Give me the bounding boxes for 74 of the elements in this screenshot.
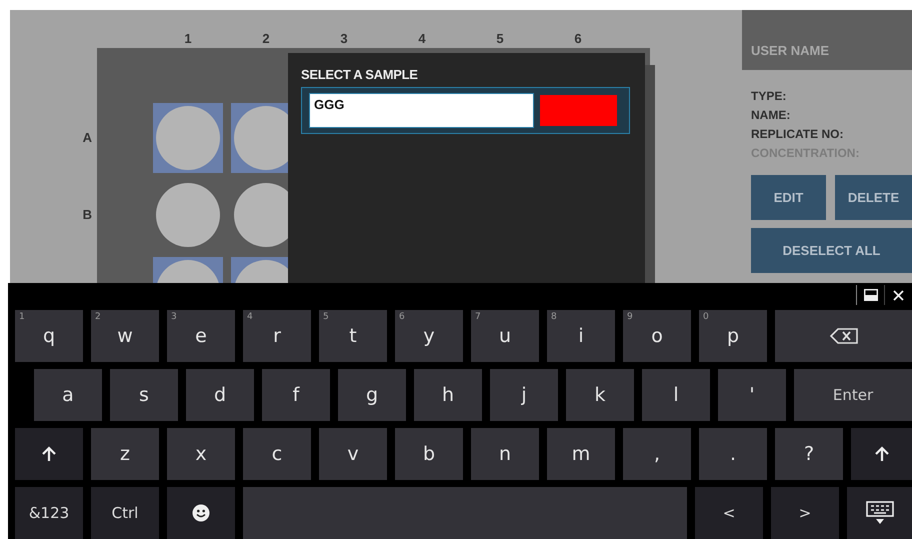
keyboard-icon bbox=[866, 501, 894, 525]
key[interactable]: 9 o bbox=[623, 310, 691, 362]
key-hint: 1 bbox=[19, 312, 25, 322]
user-name-header: USER NAME bbox=[742, 10, 912, 70]
key-hint: 8 bbox=[551, 312, 557, 322]
key[interactable]: 3 e bbox=[167, 310, 235, 362]
color-swatch[interactable] bbox=[540, 95, 617, 126]
key[interactable]: . bbox=[699, 428, 767, 480]
emoji-key[interactable] bbox=[167, 487, 235, 539]
enter-key[interactable]: Enter bbox=[794, 369, 912, 421]
key[interactable]: < bbox=[695, 487, 763, 539]
key[interactable]: > bbox=[771, 487, 839, 539]
key[interactable]: x bbox=[167, 428, 235, 480]
key-hint: 3 bbox=[171, 312, 177, 322]
column-label: 1 bbox=[183, 30, 193, 46]
key[interactable]: c bbox=[243, 428, 311, 480]
column-label: 3 bbox=[339, 30, 349, 46]
key-hint: 6 bbox=[399, 312, 405, 322]
key-hint: 9 bbox=[627, 312, 633, 322]
key-hint: 7 bbox=[475, 312, 481, 322]
key[interactable]: g bbox=[338, 369, 406, 421]
dialog-title: SELECT A SAMPLE bbox=[301, 67, 419, 82]
key[interactable]: l bbox=[642, 369, 710, 421]
info-label: NAME: bbox=[751, 107, 792, 124]
backspace-icon bbox=[828, 328, 858, 344]
up-arrow-icon bbox=[874, 446, 888, 462]
key[interactable]: s bbox=[110, 369, 178, 421]
key[interactable]: j bbox=[490, 369, 558, 421]
backspace-key[interactable] bbox=[775, 310, 912, 362]
close-icon bbox=[893, 290, 904, 300]
key[interactable]: 8 i bbox=[547, 310, 615, 362]
hide-keyboard-key[interactable] bbox=[847, 487, 912, 539]
key[interactable]: 1 q bbox=[15, 310, 83, 362]
deselect-all-button[interactable]: DESELECT ALL bbox=[751, 228, 912, 273]
column-label: 4 bbox=[417, 30, 427, 46]
key-hint: 5 bbox=[323, 312, 329, 322]
key[interactable]: 6 y bbox=[395, 310, 463, 362]
key[interactable]: v bbox=[319, 428, 387, 480]
key[interactable]: 2 w bbox=[91, 310, 159, 362]
dock-icon bbox=[864, 289, 878, 301]
column-label: 2 bbox=[261, 30, 271, 46]
key[interactable]: h bbox=[414, 369, 482, 421]
key[interactable]: m bbox=[547, 428, 615, 480]
key[interactable]: a bbox=[34, 369, 102, 421]
key[interactable]: b bbox=[395, 428, 463, 480]
key[interactable]: d bbox=[186, 369, 254, 421]
column-label: 6 bbox=[573, 30, 583, 46]
key-hint: 0 bbox=[703, 312, 709, 322]
shift-key[interactable] bbox=[851, 428, 912, 480]
key[interactable]: 0 p bbox=[699, 310, 767, 362]
row-label: A bbox=[82, 129, 92, 147]
sample-input-field[interactable]: GGG bbox=[309, 93, 534, 128]
row-label: B bbox=[82, 206, 92, 224]
key[interactable]: &123 bbox=[15, 487, 83, 539]
key[interactable]: n bbox=[471, 428, 539, 480]
key[interactable]: 4 r bbox=[243, 310, 311, 362]
key[interactable]: , bbox=[623, 428, 691, 480]
up-arrow-icon bbox=[42, 446, 56, 462]
edit-button[interactable]: EDIT bbox=[751, 175, 826, 220]
key[interactable]: z bbox=[91, 428, 159, 480]
column-label: 5 bbox=[495, 30, 505, 46]
key[interactable]: 7 u bbox=[471, 310, 539, 362]
key[interactable]: ' bbox=[718, 369, 786, 421]
key[interactable]: Ctrl bbox=[91, 487, 159, 539]
key[interactable]: f bbox=[262, 369, 330, 421]
smiley-icon bbox=[192, 504, 210, 522]
info-label: REPLICATE NO: bbox=[751, 126, 844, 143]
key[interactable]: ? bbox=[775, 428, 843, 480]
key-hint: 2 bbox=[95, 312, 101, 322]
key-hint: 4 bbox=[247, 312, 253, 322]
key[interactable]: k bbox=[566, 369, 634, 421]
key[interactable]: 5 t bbox=[319, 310, 387, 362]
delete-button[interactable]: DELETE bbox=[835, 175, 912, 220]
info-label: TYPE: bbox=[751, 88, 788, 105]
